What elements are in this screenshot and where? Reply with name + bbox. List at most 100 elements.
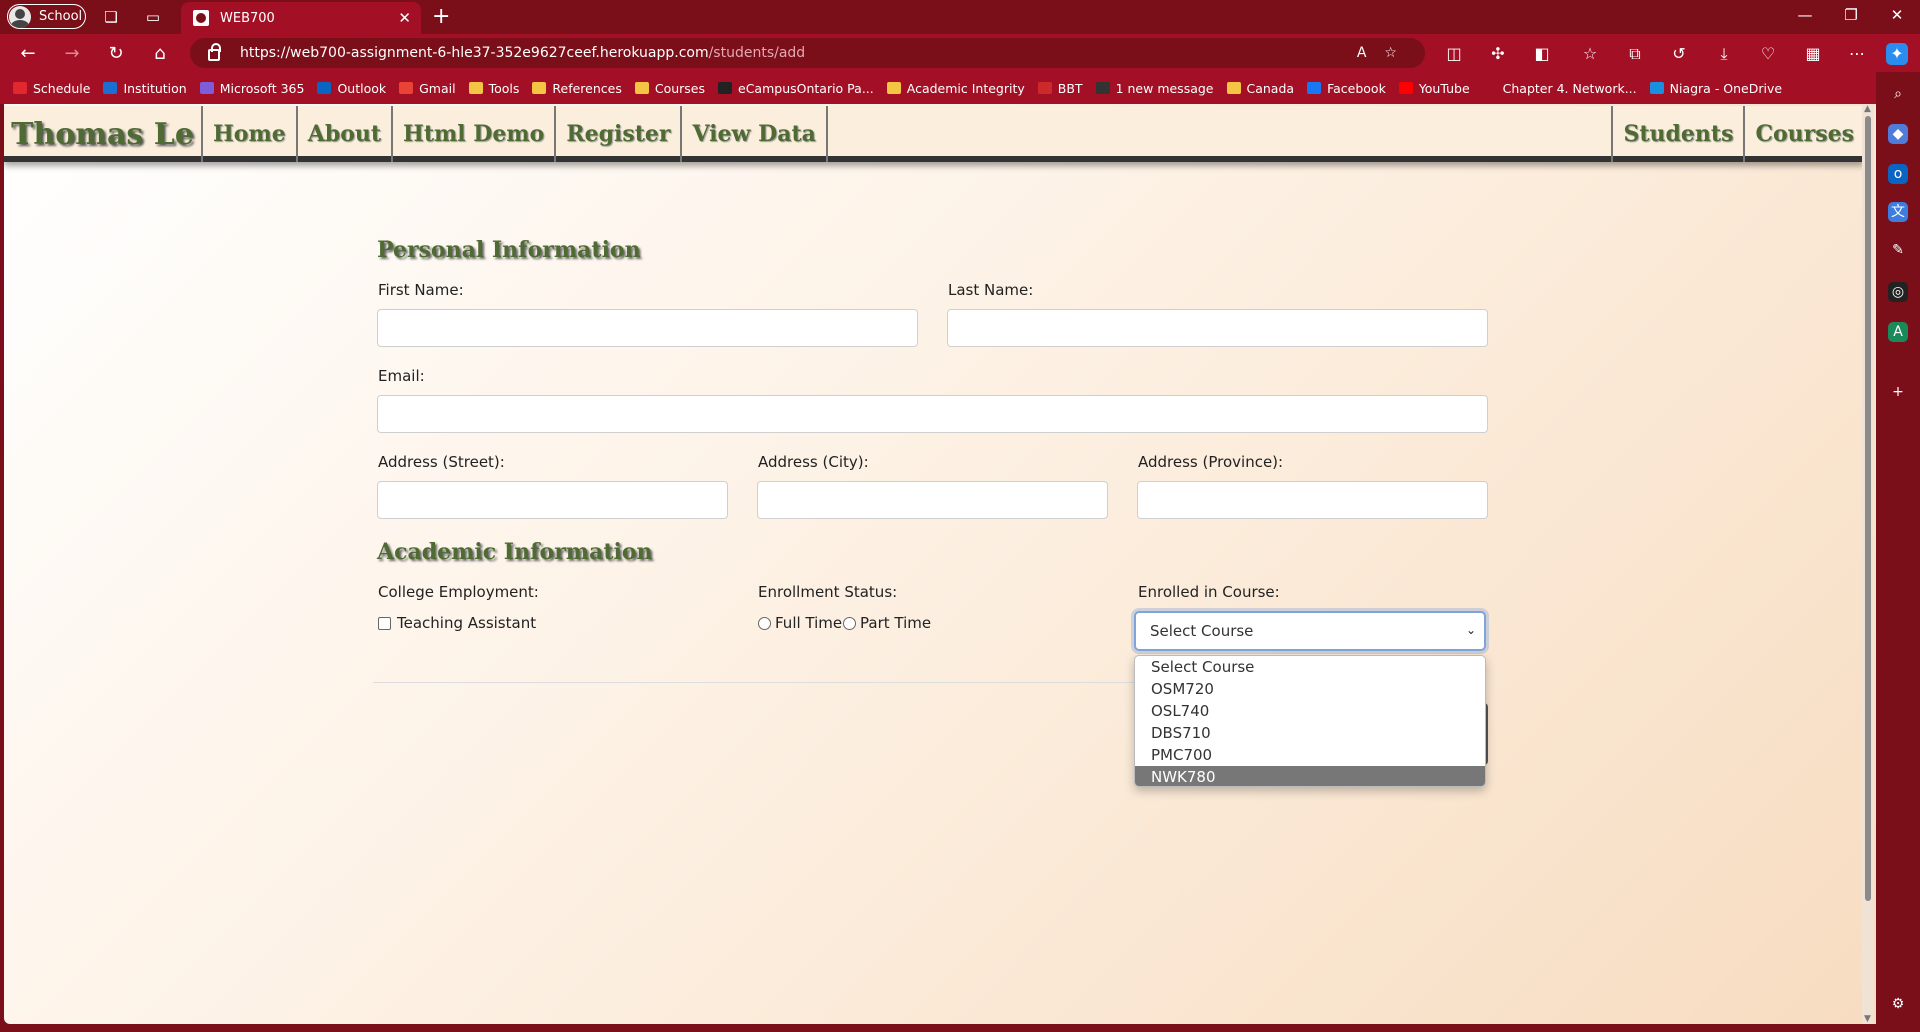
course-option[interactable]: OSM720: [1135, 678, 1485, 700]
nav-html-demo[interactable]: Html Demo: [393, 106, 557, 162]
bookmark-item[interactable]: Facebook: [1307, 81, 1386, 96]
close-window-icon[interactable]: ✕: [1882, 6, 1912, 24]
email-input[interactable]: [377, 395, 1488, 433]
lock-icon[interactable]: [208, 43, 221, 61]
folder-icon: [468, 82, 483, 94]
bookmark-item[interactable]: 1 new message: [1095, 80, 1214, 96]
restore-icon[interactable]: ❐: [1836, 6, 1866, 24]
first-name-input[interactable]: [377, 309, 918, 347]
scroll-thumb[interactable]: [1865, 116, 1871, 901]
folder-icon: [1226, 82, 1241, 94]
m365-icon: [199, 82, 214, 94]
outlook-sidebar-icon[interactable]: o: [1888, 164, 1908, 184]
course-option-highlighted[interactable]: NWK780: [1135, 766, 1485, 786]
tab-favicon-icon: [193, 10, 209, 26]
bookmark-item[interactable]: Canada: [1226, 81, 1294, 96]
youtube-icon: [1398, 82, 1413, 94]
scroll-down-icon[interactable]: ▼: [1864, 1014, 1871, 1024]
favorites-icon[interactable]: ☆: [1579, 43, 1601, 65]
folder-icon: [634, 82, 649, 94]
bookmark-item[interactable]: Tools: [468, 81, 519, 96]
sidebar-settings-icon[interactable]: ⚙: [1888, 994, 1908, 1014]
tab-actions-icon[interactable]: ▭: [143, 7, 163, 27]
reader-icon[interactable]: ◫: [1443, 43, 1465, 65]
nav-students[interactable]: Students: [1611, 106, 1743, 162]
bookmark-item[interactable]: Institution: [103, 81, 187, 96]
bookmark-item[interactable]: Schedule: [13, 81, 90, 96]
downloads-icon[interactable]: ⤓: [1713, 43, 1735, 65]
nav-view-data[interactable]: View Data: [682, 106, 828, 162]
scroll-up-icon[interactable]: ▲: [1864, 104, 1871, 114]
course-option[interactable]: PMC700: [1135, 744, 1485, 766]
page-scrollbar[interactable]: ▲ ▼: [1862, 104, 1874, 1024]
bookmark-item[interactable]: Academic Integrity: [886, 81, 1025, 96]
home-icon[interactable]: ⌂: [149, 43, 171, 65]
minimize-icon[interactable]: —: [1790, 6, 1820, 24]
full-time-radio[interactable]: [758, 617, 771, 630]
bookmark-label: 1 new message: [1115, 80, 1214, 96]
collections-icon[interactable]: ⧉: [1624, 43, 1646, 65]
city-input[interactable]: [757, 481, 1108, 519]
bookmark-label: Gmail: [419, 80, 456, 96]
profile-button[interactable]: School: [7, 4, 86, 29]
bookmark-item[interactable]: YouTube: [1398, 81, 1470, 96]
read-aloud-favorite-icons[interactable]: A☆: [1357, 45, 1415, 61]
add-sidebar-icon[interactable]: +: [1888, 382, 1908, 402]
nav-register[interactable]: Register: [556, 106, 683, 162]
nav-courses[interactable]: Courses: [1743, 106, 1864, 162]
onedrive-icon: [1649, 82, 1664, 94]
bookmark-label: Niagra - OneDrive: [1669, 80, 1783, 96]
province-input[interactable]: [1137, 481, 1488, 519]
tab-web700[interactable]: WEB700 ✕: [181, 2, 421, 34]
app-a-icon[interactable]: A: [1888, 322, 1908, 342]
course-select[interactable]: Select Course ⌄: [1134, 611, 1486, 651]
teaching-assistant-checkbox[interactable]: [378, 617, 391, 630]
part-time-radio[interactable]: [843, 617, 856, 630]
bookmark-item[interactable]: BBT: [1037, 81, 1083, 96]
course-option[interactable]: OSL740: [1135, 700, 1485, 722]
site-brand[interactable]: Thomas Le: [4, 106, 203, 162]
drawing-tool-icon[interactable]: ✎: [1888, 240, 1908, 260]
nav-home[interactable]: Home: [203, 106, 298, 162]
bookmark-item[interactable]: eCampusOntario Pa...: [718, 81, 874, 96]
copilot-sidebar-icon[interactable]: ◆: [1888, 124, 1908, 144]
part-time-label: Part Time: [860, 614, 932, 632]
search-icon[interactable]: ⌕: [1888, 84, 1908, 104]
bookmark-item[interactable]: Microsoft 365: [199, 81, 304, 96]
bookmark-item[interactable]: Niagra - OneDrive: [1649, 80, 1783, 96]
course-option[interactable]: Select Course: [1135, 656, 1485, 678]
outlook-icon: [317, 82, 332, 94]
bookmark-item[interactable]: References: [532, 81, 622, 96]
bookmark-label: Courses: [654, 80, 705, 96]
translate-icon[interactable]: 文: [1888, 202, 1908, 222]
settings-more-icon[interactable]: ⋯: [1846, 43, 1868, 65]
forward-icon[interactable]: →: [61, 43, 83, 65]
personal-info-heading: Personal Information: [377, 237, 641, 263]
extensions-icon[interactable]: ✣: [1487, 43, 1509, 65]
course-option[interactable]: DBS710: [1135, 722, 1485, 744]
close-tab-icon[interactable]: ✕: [398, 9, 411, 27]
nav-about[interactable]: About: [298, 106, 394, 162]
new-tab-icon[interactable]: +: [432, 4, 450, 29]
street-input[interactable]: [377, 481, 728, 519]
chatgpt-icon[interactable]: ◎: [1888, 282, 1908, 302]
bookmark-item[interactable]: Chapter 4. Network...: [1482, 81, 1637, 96]
back-icon[interactable]: ←: [17, 43, 39, 65]
bookmark-label: Facebook: [1327, 80, 1386, 96]
performance-icon[interactable]: ♡: [1757, 43, 1779, 65]
refresh-icon[interactable]: ↻: [105, 43, 127, 65]
history-icon[interactable]: ↺: [1668, 43, 1690, 65]
bookmark-label: eCampusOntario Pa...: [738, 80, 874, 96]
split-screen-icon[interactable]: ◧: [1531, 43, 1553, 65]
bookmark-item[interactable]: Outlook: [317, 81, 386, 96]
institution-icon: [103, 82, 118, 94]
workspaces-icon[interactable]: ❏: [101, 7, 121, 27]
bookmark-item[interactable]: Courses: [634, 80, 705, 96]
bookmark-item[interactable]: Gmail: [399, 80, 456, 96]
copilot-icon[interactable]: ✦: [1886, 43, 1908, 65]
last-name-input[interactable]: [947, 309, 1488, 347]
tab-title: WEB700: [220, 10, 275, 26]
browser-essentials-icon[interactable]: ▦: [1802, 43, 1824, 65]
address-bar[interactable]: https://web700-assignment-6-hle37-352e96…: [190, 38, 1425, 68]
city-label: Address (City):: [758, 453, 869, 471]
